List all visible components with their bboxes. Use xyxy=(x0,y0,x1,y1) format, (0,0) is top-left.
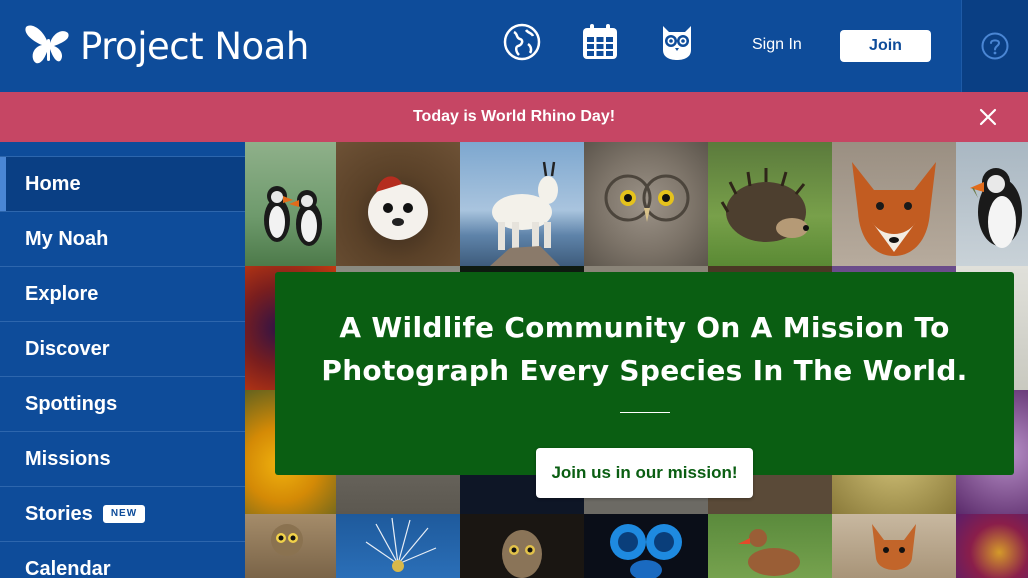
photo-tree-squirrel[interactable] xyxy=(336,142,460,266)
photo-blue-beetle[interactable] xyxy=(584,514,708,578)
sidebar-item-discover[interactable]: Discover xyxy=(0,321,245,376)
butterfly-icon xyxy=(25,25,69,64)
sidebar-item-label: Explore xyxy=(25,282,99,305)
sidebar-item-stories[interactable]: Stories NEW xyxy=(0,486,245,541)
sidebar-item-label: Stories xyxy=(25,502,93,525)
announcement-banner: Today is World Rhino Day! xyxy=(0,92,1028,142)
photo-duck[interactable] xyxy=(708,514,832,578)
photo-mountain-goat[interactable] xyxy=(460,142,584,266)
sidebar-item-label: Spottings xyxy=(25,392,118,415)
sidebar-item-label: Calendar xyxy=(25,557,111,578)
sidebar-item-label: Discover xyxy=(25,337,110,360)
sign-in-link[interactable]: Sign In xyxy=(752,36,802,54)
close-icon[interactable] xyxy=(978,107,998,127)
photo-owl-small[interactable] xyxy=(245,514,336,578)
owl-icon[interactable] xyxy=(657,22,697,62)
logo[interactable]: Project Noah xyxy=(24,18,309,74)
help-button[interactable] xyxy=(961,0,1028,92)
join-button[interactable]: Join xyxy=(840,30,931,62)
mission-heading-line2: Photograph Every Species In The World. xyxy=(321,354,968,387)
help-icon xyxy=(981,32,1009,60)
sidebar-nav: Home My Noah Explore Discover Spottings … xyxy=(0,142,245,578)
top-header: Project Noah Sign In Join xyxy=(0,0,1028,92)
photo-puffins[interactable] xyxy=(245,142,336,266)
photo-saw-whet-owl[interactable] xyxy=(460,514,584,578)
sidebar-item-spottings[interactable]: Spottings xyxy=(0,376,245,431)
sidebar-item-calendar[interactable]: Calendar xyxy=(0,541,245,578)
photo-fox-cub[interactable] xyxy=(832,514,956,578)
mission-heading: A Wildlife Community On A Mission To Pho… xyxy=(275,306,1014,392)
calendar-icon[interactable] xyxy=(580,22,620,62)
globe-icon[interactable] xyxy=(502,22,542,62)
sidebar-item-missions[interactable]: Missions xyxy=(0,431,245,486)
photo-puffin[interactable] xyxy=(956,142,1028,266)
sidebar-item-label: Missions xyxy=(25,447,111,470)
mission-heading-line1: A Wildlife Community On A Mission To xyxy=(339,311,950,344)
sidebar-top-spacer xyxy=(0,142,245,156)
photo-owl[interactable] xyxy=(584,142,708,266)
join-mission-button[interactable]: Join us in our mission! xyxy=(536,448,753,498)
sidebar-item-label: My Noah xyxy=(25,227,109,250)
divider xyxy=(620,412,670,413)
photo-passionflower[interactable] xyxy=(956,514,1028,578)
photo-red-fox[interactable] xyxy=(832,142,956,266)
sidebar-item-explore[interactable]: Explore xyxy=(0,266,245,321)
photo-dandelion[interactable] xyxy=(336,514,460,578)
mission-panel: A Wildlife Community On A Mission To Pho… xyxy=(275,272,1014,475)
banner-text: Today is World Rhino Day! xyxy=(412,108,616,125)
new-badge: NEW xyxy=(102,505,146,523)
sidebar-item-label: Home xyxy=(25,172,81,195)
photo-hedgehog[interactable] xyxy=(708,142,832,266)
sidebar-item-my-noah[interactable]: My Noah xyxy=(0,211,245,266)
logo-text: Project Noah xyxy=(80,24,309,68)
sidebar-item-home[interactable]: Home xyxy=(0,156,245,211)
